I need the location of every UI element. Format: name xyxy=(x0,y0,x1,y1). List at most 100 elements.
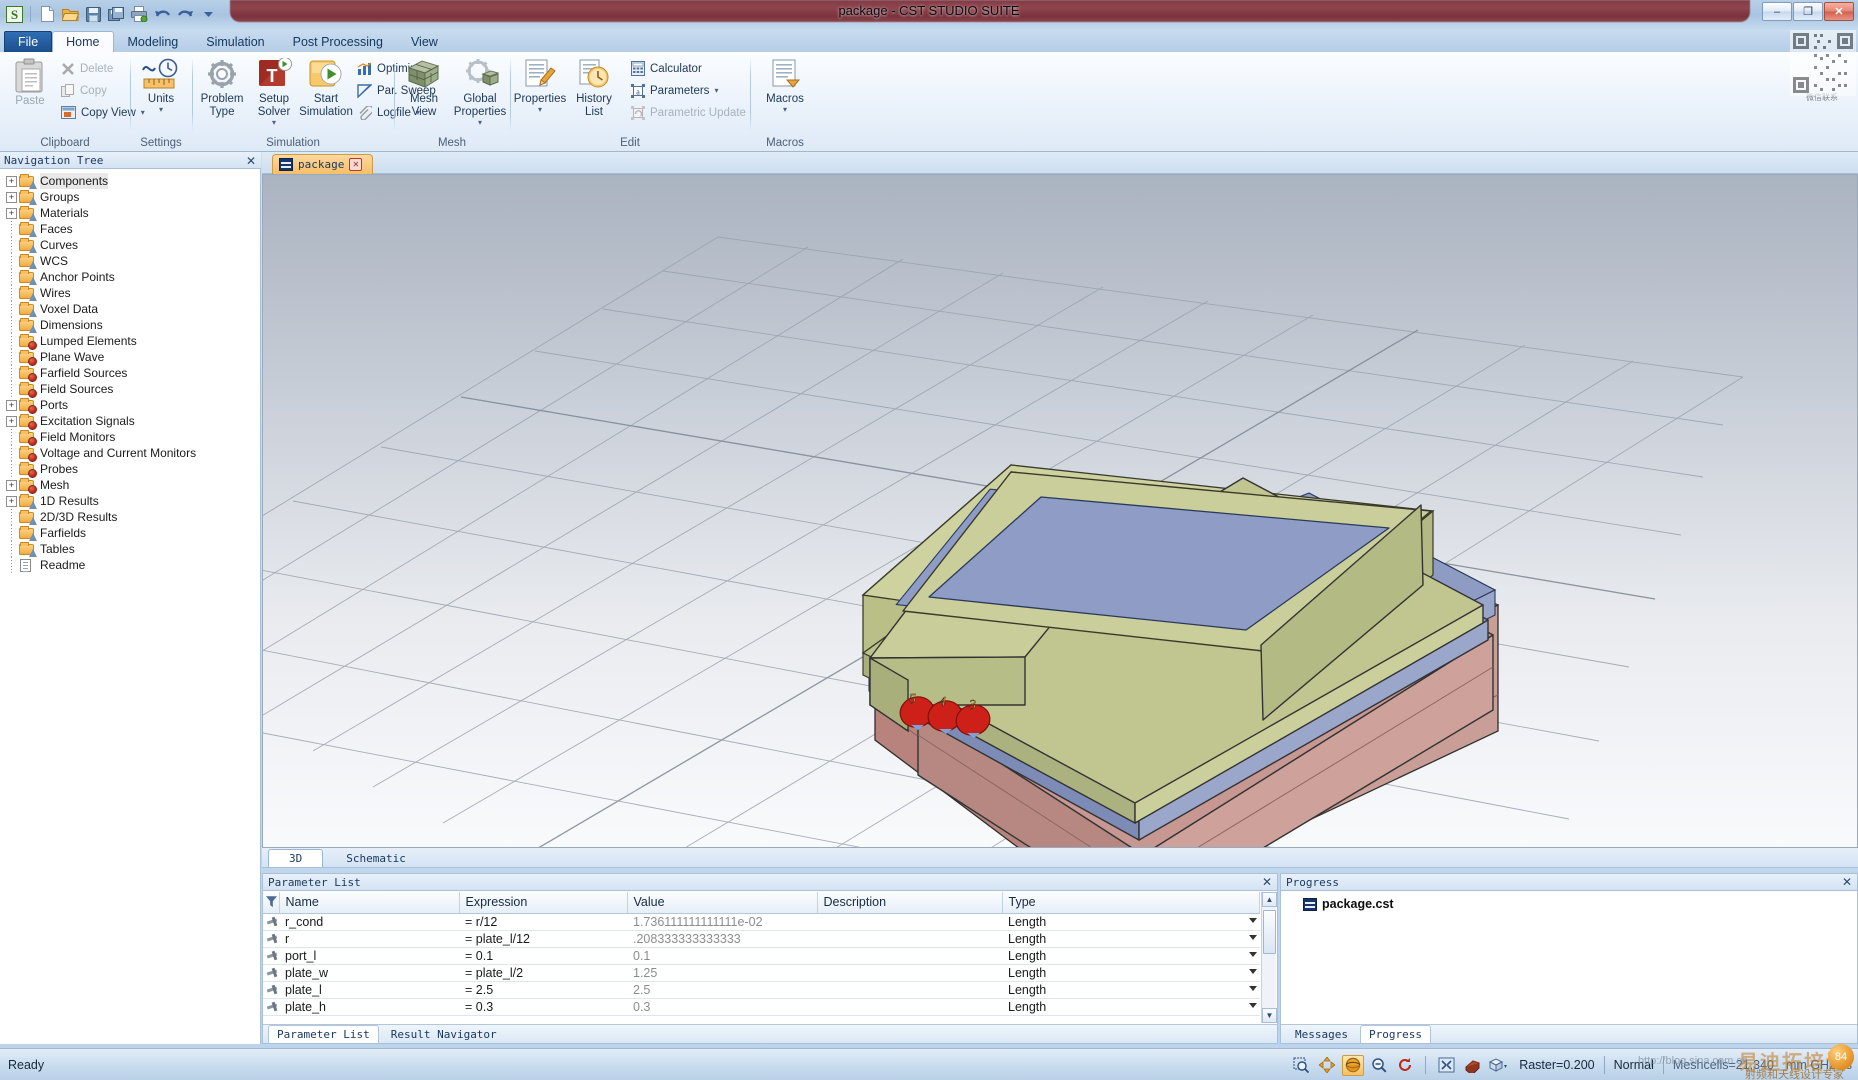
parameter-description-cell[interactable] xyxy=(817,947,1002,964)
tab-parameter-list[interactable]: Parameter List xyxy=(268,1025,379,1043)
status-bar-tools[interactable]: Raster=0.200 Normal Meshcells=21,340 mm … xyxy=(1290,1049,1852,1080)
tree-item-farfields[interactable]: Farfields xyxy=(0,525,260,541)
tab-file[interactable]: File xyxy=(4,31,52,52)
pin-icon[interactable] xyxy=(266,967,278,979)
chevron-down-icon[interactable] xyxy=(1249,918,1257,923)
tab-result-navigator[interactable]: Result Navigator xyxy=(382,1025,506,1043)
tree-item-2d-3d-results[interactable]: 2D/3D Results xyxy=(0,509,260,525)
column-name[interactable]: Name xyxy=(279,892,459,913)
chevron-down-icon[interactable] xyxy=(1249,986,1257,991)
scroll-thumb[interactable] xyxy=(1263,910,1276,954)
tree-item-plane-wave[interactable]: Plane Wave xyxy=(0,349,260,365)
parameter-type-cell[interactable]: Length xyxy=(1002,913,1260,930)
setup-solver-caret-icon[interactable]: ▾ xyxy=(272,119,276,126)
rotate-icon[interactable] xyxy=(1342,1055,1364,1076)
pin-icon[interactable] xyxy=(266,950,278,962)
problem-type-button[interactable]: Problem Type xyxy=(198,56,246,120)
tree-item-lumped-elements[interactable]: Lumped Elements xyxy=(0,333,260,349)
parameter-name-cell[interactable]: port_l xyxy=(279,947,459,964)
parameter-row[interactable]: port_l0.10.1Length xyxy=(263,947,1260,964)
tree-expander-icon[interactable]: + xyxy=(6,400,17,411)
tree-expander-icon[interactable]: + xyxy=(6,416,17,427)
save-icon[interactable] xyxy=(83,4,103,24)
parameters-button[interactable]: a Parameters ▾ xyxy=(628,81,749,100)
tree-item-wcs[interactable]: WCS xyxy=(0,253,260,269)
pin-icon[interactable] xyxy=(266,1001,278,1013)
tree-item-components[interactable]: +Components xyxy=(0,173,260,189)
paste-button[interactable]: Paste xyxy=(6,56,54,109)
parameter-pin-cell[interactable] xyxy=(263,981,279,998)
quick-access-toolbar[interactable]: S xyxy=(4,3,218,25)
parameter-expression-cell[interactable]: plate_l/2 xyxy=(459,964,627,981)
view-cube-icon[interactable] xyxy=(1487,1055,1509,1076)
parameter-type-cell[interactable]: Length xyxy=(1002,981,1260,998)
properties-caret-icon[interactable]: ▾ xyxy=(538,106,542,113)
properties-button[interactable]: Properties ▾ xyxy=(516,56,564,115)
undo-icon[interactable] xyxy=(152,4,172,24)
units-caret-icon[interactable]: ▾ xyxy=(159,106,163,113)
model-3d-view[interactable]: 5 4 3 z y x xyxy=(262,174,1858,848)
tree-item-anchor-points[interactable]: Anchor Points xyxy=(0,269,260,285)
ribbon-tab-bar[interactable]: File Home Modeling Simulation Post Proce… xyxy=(0,30,1858,52)
app-logo-icon[interactable]: S xyxy=(4,4,24,24)
parameter-row[interactable]: plate_wplate_l/21.25Length xyxy=(263,964,1260,981)
tree-item-voxel-data[interactable]: Voxel Data xyxy=(0,301,260,317)
scroll-up-icon[interactable]: ▲ xyxy=(1262,892,1277,907)
parameter-panel-tabs[interactable]: Parameter List Result Navigator xyxy=(263,1024,1277,1043)
parameter-filter-cell[interactable] xyxy=(263,892,279,913)
tab-view[interactable]: View xyxy=(397,31,452,52)
parameter-name-cell[interactable]: r_cond xyxy=(279,913,459,930)
tree-item-probes[interactable]: Probes xyxy=(0,461,260,477)
document-tab-close-icon[interactable]: ✕ xyxy=(349,158,362,171)
parameter-name-cell[interactable]: plate_l xyxy=(279,981,459,998)
parameter-row[interactable]: r_condr/121.736111111111111e-02Length xyxy=(263,913,1260,930)
macros-caret-icon[interactable]: ▾ xyxy=(783,106,787,113)
document-tab-bar[interactable]: package ✕ xyxy=(262,152,1858,174)
parameter-table-scrollbar[interactable]: ▲ ▼ xyxy=(1261,892,1276,1023)
tree-item-curves[interactable]: Curves xyxy=(0,237,260,253)
parameter-type-cell[interactable]: Length xyxy=(1002,930,1260,947)
pin-icon[interactable] xyxy=(266,933,278,945)
tree-item-readme[interactable]: Readme xyxy=(0,557,260,573)
start-simulation-button[interactable]: Start Simulation xyxy=(302,56,350,120)
parameter-type-cell[interactable]: Length xyxy=(1002,998,1260,1015)
scroll-down-icon[interactable]: ▼ xyxy=(1262,1008,1277,1023)
progress-item-row[interactable]: package.cst xyxy=(1281,891,1857,911)
parameter-description-cell[interactable] xyxy=(817,930,1002,947)
cutting-plane-icon[interactable] xyxy=(1461,1055,1483,1076)
tab-simulation[interactable]: Simulation xyxy=(192,31,278,52)
column-value[interactable]: Value xyxy=(627,892,817,913)
tree-expander-icon[interactable]: + xyxy=(6,176,17,187)
parameter-pin-cell[interactable] xyxy=(263,947,279,964)
tree-item-tables[interactable]: Tables xyxy=(0,541,260,557)
navigation-tree[interactable]: +Components+Groups+MaterialsFacesCurvesW… xyxy=(0,169,261,1044)
parameter-expression-cell[interactable]: 0.3 xyxy=(459,998,627,1015)
maximize-button[interactable]: ❐ xyxy=(1793,2,1823,21)
tree-item-field-sources[interactable]: Field Sources xyxy=(0,381,260,397)
tree-item-farfield-sources[interactable]: Farfield Sources xyxy=(0,365,260,381)
tree-item-groups[interactable]: +Groups xyxy=(0,189,260,205)
open-folder-icon[interactable] xyxy=(60,4,80,24)
document-tab-package[interactable]: package ✕ xyxy=(272,154,373,174)
history-list-button[interactable]: History List xyxy=(570,56,618,120)
tree-item-faces[interactable]: Faces xyxy=(0,221,260,237)
column-type[interactable]: Type xyxy=(1002,892,1260,913)
tree-expander-icon[interactable]: + xyxy=(6,480,17,491)
tree-item-materials[interactable]: +Materials xyxy=(0,205,260,221)
rotate-view-plane-icon[interactable] xyxy=(1394,1055,1416,1076)
parameter-expression-cell[interactable]: 2.5 xyxy=(459,981,627,998)
parameter-expression-cell[interactable]: plate_l/12 xyxy=(459,930,627,947)
parameter-expression-cell[interactable]: r/12 xyxy=(459,913,627,930)
parameter-row[interactable]: rplate_l/12.208333333333333Length xyxy=(263,930,1260,947)
chevron-down-icon[interactable] xyxy=(1249,935,1257,940)
minimize-button[interactable]: – xyxy=(1762,2,1792,21)
parameter-name-cell[interactable]: r xyxy=(279,930,459,947)
zoom-window-icon[interactable] xyxy=(1290,1055,1312,1076)
filter-icon[interactable] xyxy=(266,896,277,907)
customize-qat-icon[interactable] xyxy=(198,4,218,24)
tree-item-field-monitors[interactable]: Field Monitors xyxy=(0,429,260,445)
parameter-name-cell[interactable]: plate_w xyxy=(279,964,459,981)
parameter-expression-cell[interactable]: 0.1 xyxy=(459,947,627,964)
column-expression[interactable]: Expression xyxy=(459,892,627,913)
window-controls[interactable]: – ❐ ✕ xyxy=(1762,2,1854,21)
